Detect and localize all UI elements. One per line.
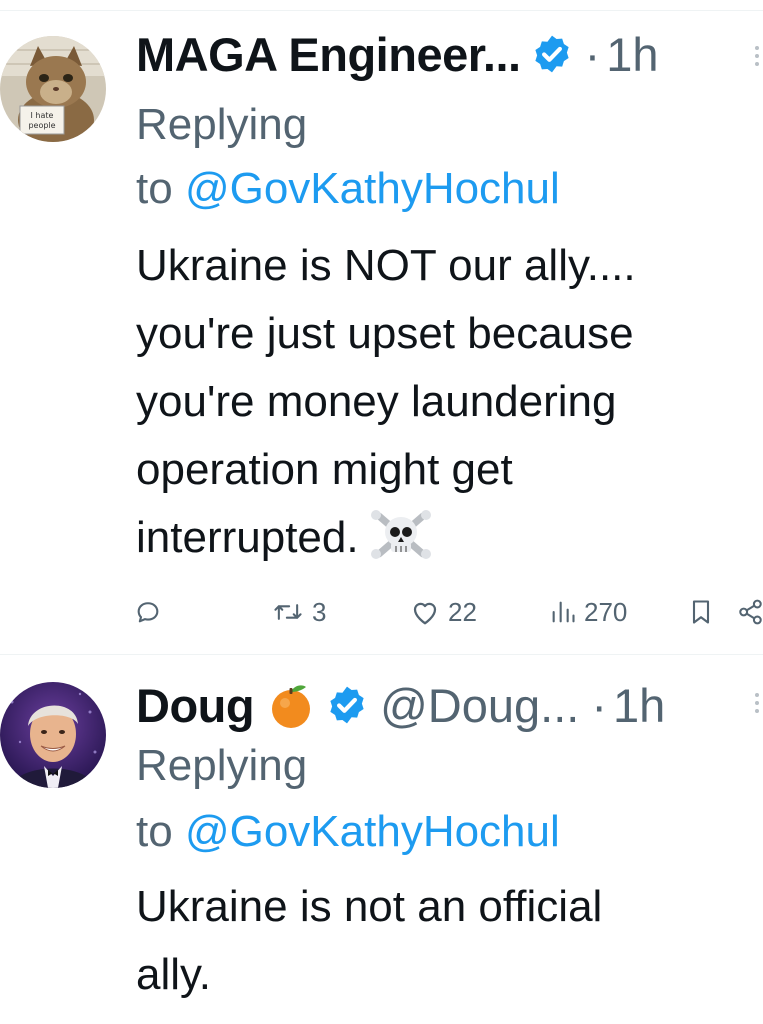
replying-line-2: to @GovKathyHochul xyxy=(136,158,560,220)
retweet-icon xyxy=(274,604,302,620)
views-icon xyxy=(552,601,575,623)
cat-avatar-image: I hate people xyxy=(0,36,106,142)
replying-handle-link[interactable]: @GovKathyHochul xyxy=(185,164,560,213)
replying-label: Replying xyxy=(136,741,308,790)
replying-line-1: Replying xyxy=(136,94,307,156)
replying-line-2: to @GovKathyHochul xyxy=(136,801,560,863)
author-handle[interactable]: @Doug... xyxy=(380,678,579,733)
views-button[interactable]: 270 xyxy=(550,592,627,632)
more-icon[interactable] xyxy=(755,46,761,66)
tweet-body-text: Ukraine is not an official ally. xyxy=(136,882,603,999)
share-button[interactable] xyxy=(738,592,763,632)
tweet-2[interactable]: Doug @Doug... · 1h Replying to @GovKathy… xyxy=(0,655,763,1024)
tweet-header: Doug @Doug... · 1h xyxy=(136,677,763,733)
replying-to-word: to xyxy=(136,164,173,213)
tangerine-icon xyxy=(272,685,311,728)
like-icon xyxy=(413,602,437,625)
avatar-sign-line2: people xyxy=(28,121,55,130)
avatar-doug[interactable] xyxy=(0,682,106,788)
replying-handle-link[interactable]: @GovKathyHochul xyxy=(185,807,560,856)
reply-button[interactable] xyxy=(134,592,170,632)
like-button[interactable]: 22 xyxy=(410,592,477,632)
timestamp[interactable]: 1h xyxy=(613,678,665,733)
skull-crossbones-icon xyxy=(370,510,431,559)
replying-line-1: Replying xyxy=(136,735,307,797)
author-name[interactable]: Doug xyxy=(136,678,255,733)
tweet-body: Ukraine is not an official ally. xyxy=(136,873,756,1009)
retweet-button[interactable]: 3 xyxy=(272,592,326,632)
verified-badge-icon xyxy=(534,35,569,73)
doug-avatar-image xyxy=(0,682,106,788)
avatar-cat[interactable]: I hate people xyxy=(0,36,106,142)
separator-dot: · xyxy=(584,27,601,81)
reply-icon xyxy=(137,602,159,623)
separator-dot: · xyxy=(591,678,607,732)
tweet-1[interactable]: I hate people MAGA Engineer... · 1h Repl… xyxy=(0,0,763,655)
replying-to-word: to xyxy=(136,807,173,856)
tweet-actions: 3 22 270 xyxy=(0,592,763,632)
more-icon[interactable] xyxy=(755,693,761,713)
author-name[interactable]: MAGA Engineer... xyxy=(136,27,521,82)
tweet-body: Ukraine is NOT our ally.... you're just … xyxy=(136,232,756,572)
view-count: 270 xyxy=(584,596,628,627)
retweet-count: 3 xyxy=(312,596,327,627)
bookmark-button[interactable] xyxy=(690,592,712,632)
bookmark-icon xyxy=(692,600,710,624)
like-count: 22 xyxy=(448,596,477,627)
avatar-sign-line1: I hate xyxy=(31,111,54,120)
tweet-header: MAGA Engineer... · 1h xyxy=(136,26,763,82)
share-icon xyxy=(739,599,762,625)
replying-label: Replying xyxy=(136,100,308,149)
timestamp[interactable]: 1h xyxy=(606,27,658,82)
verified-badge-icon xyxy=(330,686,364,724)
